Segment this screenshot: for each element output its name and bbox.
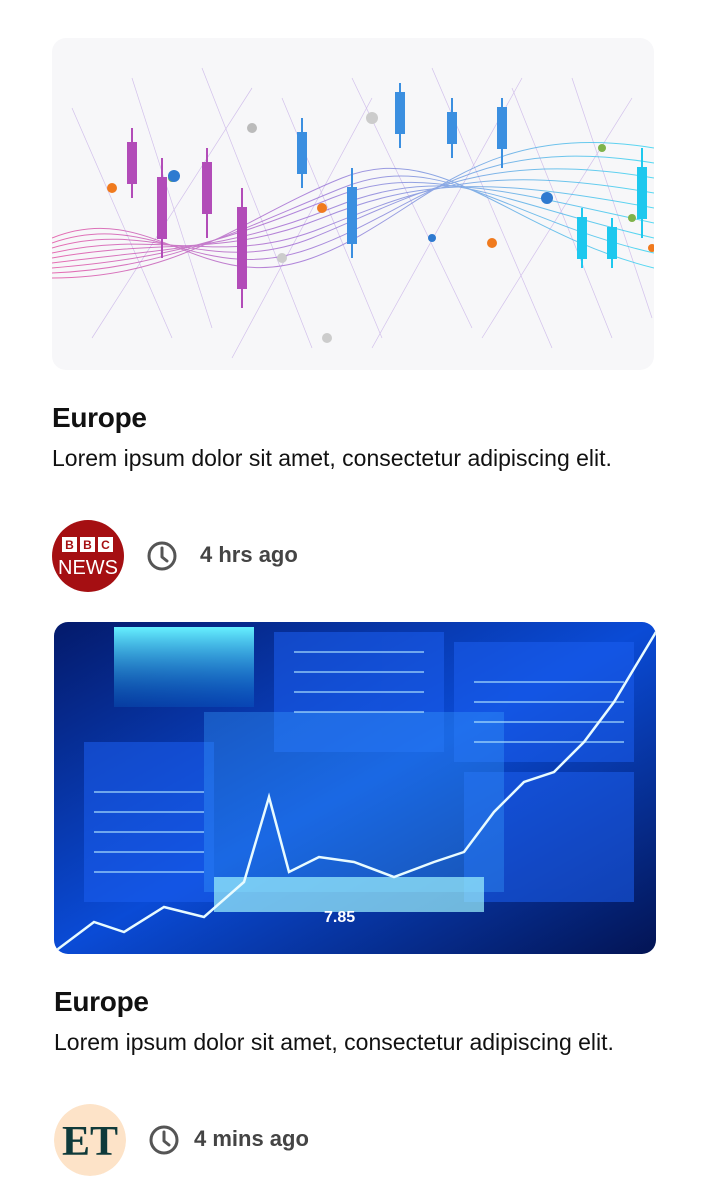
article-description: Lorem ipsum dolor sit amet, consectetur … xyxy=(54,1029,614,1055)
publish-time: 4 mins ago xyxy=(194,1126,309,1151)
article-description: Lorem ipsum dolor sit amet, consectetur … xyxy=(52,445,612,471)
svg-text:C: C xyxy=(101,538,110,552)
clock-icon xyxy=(146,540,178,572)
svg-text:B: B xyxy=(83,538,92,552)
svg-text:B: B xyxy=(65,538,74,552)
clock-icon xyxy=(148,1124,180,1156)
svg-text:NEWS: NEWS xyxy=(58,557,118,579)
article-title[interactable]: Europe xyxy=(52,402,147,434)
publish-time: 4 hrs ago xyxy=(200,542,298,567)
article-meta: BBC NEWS 4 hrs ago xyxy=(52,520,452,592)
article-meta: ET 4 mins ago xyxy=(54,1104,454,1176)
svg-text:ET: ET xyxy=(62,1119,118,1165)
bbc-news-logo[interactable]: BBC NEWS xyxy=(52,520,124,592)
svg-text:7.85: 7.85 xyxy=(324,909,355,926)
news-thumbnail-image[interactable]: 7.85 xyxy=(54,622,656,954)
news-thumbnail-image[interactable] xyxy=(52,38,654,370)
article-title[interactable]: Europe xyxy=(54,986,149,1018)
economic-times-logo[interactable]: ET xyxy=(54,1104,126,1176)
